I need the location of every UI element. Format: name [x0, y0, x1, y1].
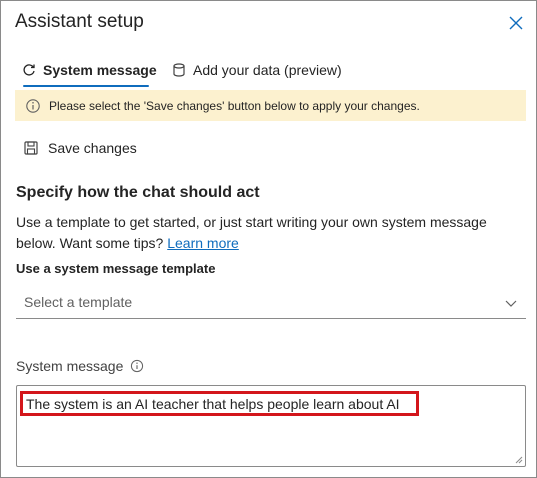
section-description: Use a template to get started, or just s… [16, 212, 516, 254]
info-icon [26, 98, 40, 113]
close-icon [509, 16, 523, 30]
assistant-setup-panel: Assistant setup System message Add your … [0, 0, 537, 478]
chevron-down-icon [505, 300, 517, 307]
system-message-label-row: System message [16, 358, 144, 374]
tab-add-your-data[interactable]: Add your data (preview) [171, 53, 342, 87]
save-icon [24, 141, 38, 155]
section-heading: Specify how the chat should act [16, 184, 260, 201]
database-icon [173, 63, 185, 77]
tab-system-message-label: System message [43, 62, 157, 78]
panel-title: Assistant setup [15, 11, 144, 32]
tab-add-your-data-label: Add your data (preview) [193, 62, 342, 78]
system-message-label: System message [16, 358, 124, 374]
refresh-icon [23, 64, 35, 76]
system-message-textarea[interactable]: The system is an AI teacher that helps p… [16, 385, 526, 467]
template-dropdown[interactable]: Select a template [16, 286, 526, 319]
selected-tab-indicator [23, 85, 149, 87]
save-changes-button[interactable]: Save changes [23, 137, 137, 159]
learn-more-link[interactable]: Learn more [167, 235, 239, 251]
template-label: Use a system message template [16, 261, 216, 276]
save-changes-label: Save changes [48, 140, 137, 156]
close-button[interactable] [506, 13, 526, 33]
tab-list: System message Add your data (preview) [15, 53, 515, 93]
notice-text: Please select the 'Save changes' button … [49, 98, 420, 113]
save-notice-banner: Please select the 'Save changes' button … [15, 90, 526, 121]
system-message-value: The system is an AI teacher that helps p… [20, 391, 419, 416]
template-placeholder: Select a template [24, 294, 133, 310]
description-text: Use a template to get started, or just s… [16, 214, 487, 251]
tab-system-message[interactable]: System message [21, 53, 157, 87]
resize-grip-icon[interactable] [515, 456, 523, 464]
info-icon[interactable] [130, 359, 144, 373]
